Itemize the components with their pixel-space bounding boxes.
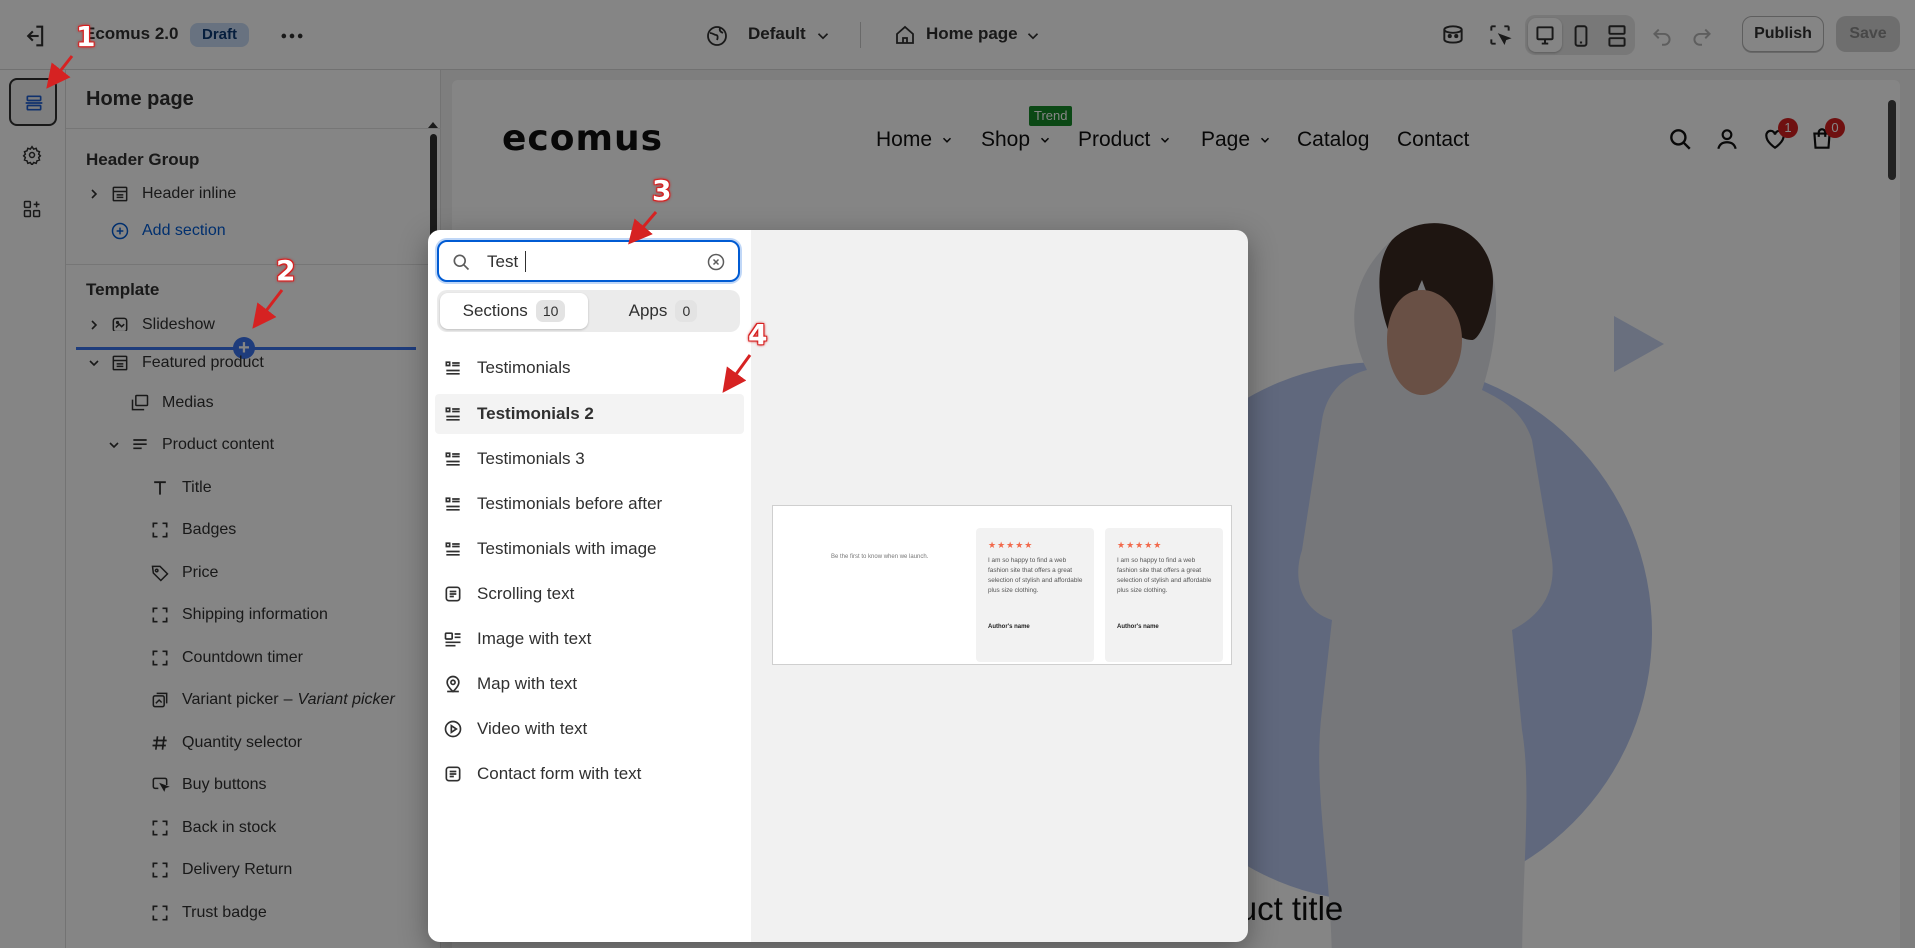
testimonial-quote: I am so happy to find a web fashion site… xyxy=(1117,557,1212,594)
result-testimonials[interactable]: Testimonials xyxy=(435,348,744,388)
tab-sections[interactable]: Sections 10 xyxy=(440,293,588,329)
section-preview-thumbnail: Be the first to know when we launch. ★★★… xyxy=(772,505,1232,665)
testimonial-author: Author's name xyxy=(988,624,1030,630)
result-video-with-text[interactable]: Video with text xyxy=(435,709,744,749)
tab-count: 0 xyxy=(675,300,698,322)
annotation-1: 1 xyxy=(76,20,96,53)
result-scrolling-text[interactable]: Scrolling text xyxy=(435,574,744,614)
result-testimonials-2[interactable]: Testimonials 2 xyxy=(435,394,744,434)
result-label: Testimonials xyxy=(477,358,571,377)
picker-tabs: Sections 10 Apps 0 xyxy=(437,290,740,332)
image-text-icon xyxy=(444,632,461,647)
testimonials-icon xyxy=(445,542,460,556)
tab-label: Apps xyxy=(628,301,668,320)
result-contact-form-with-text[interactable]: Contact form with text xyxy=(435,754,744,794)
result-label: Testimonials 3 xyxy=(477,449,585,468)
text-icon xyxy=(445,586,461,602)
rating-stars: ★★★★★ xyxy=(988,540,1034,550)
tab-label: Sections xyxy=(462,301,528,320)
testimonial-quote: I am so happy to find a web fashion site… xyxy=(988,557,1083,594)
section-search-input[interactable]: Test xyxy=(437,240,740,282)
result-label: Map with text xyxy=(477,674,578,693)
play-icon xyxy=(444,720,462,738)
result-label: Testimonials 2 xyxy=(477,404,594,423)
result-map-with-text[interactable]: Map with text xyxy=(435,664,744,704)
search-icon xyxy=(453,254,470,271)
result-label: Contact form with text xyxy=(477,764,642,783)
result-label: Image with text xyxy=(477,629,592,648)
testimonials-icon xyxy=(445,452,460,466)
rating-stars: ★★★★★ xyxy=(1117,540,1163,550)
annotation-4: 4 xyxy=(748,318,768,351)
annotation-2: 2 xyxy=(276,254,296,287)
preview-testimonial-card: ★★★★★ I am so happy to find a web fashio… xyxy=(976,528,1094,662)
result-testimonials-before-after[interactable]: Testimonials before after xyxy=(435,484,744,524)
result-testimonials-3[interactable]: Testimonials 3 xyxy=(435,439,744,479)
preview-testimonial-card: ★★★★★ I am so happy to find a web fashio… xyxy=(1105,528,1223,662)
testimonials-icon xyxy=(445,361,460,375)
tab-apps[interactable]: Apps 0 xyxy=(589,293,737,329)
result-image-with-text[interactable]: Image with text xyxy=(435,619,744,659)
annotation-3: 3 xyxy=(652,174,672,207)
text-caret xyxy=(525,251,526,272)
map-pin-icon xyxy=(446,675,460,693)
search-value: Test xyxy=(487,252,519,271)
testimonial-author: Author's name xyxy=(1117,624,1159,630)
preview-lead-text: Be the first to know when we launch. xyxy=(831,554,929,560)
picker-list-panel: Test Sections 10 Apps 0 Testimonials Tes… xyxy=(428,230,751,942)
result-label: Testimonials before after xyxy=(477,494,663,513)
text-icon xyxy=(445,766,461,782)
result-label: Video with text xyxy=(477,719,588,738)
result-testimonials-with-image[interactable]: Testimonials with image xyxy=(435,529,744,569)
add-section-picker: Test Sections 10 Apps 0 Testimonials Tes… xyxy=(428,230,1248,942)
result-label: Testimonials with image xyxy=(477,539,657,558)
clear-icon[interactable] xyxy=(706,252,726,272)
tab-count: 10 xyxy=(535,300,566,322)
testimonials-icon xyxy=(445,497,460,511)
result-label: Scrolling text xyxy=(477,584,575,603)
testimonials-icon xyxy=(445,407,460,421)
